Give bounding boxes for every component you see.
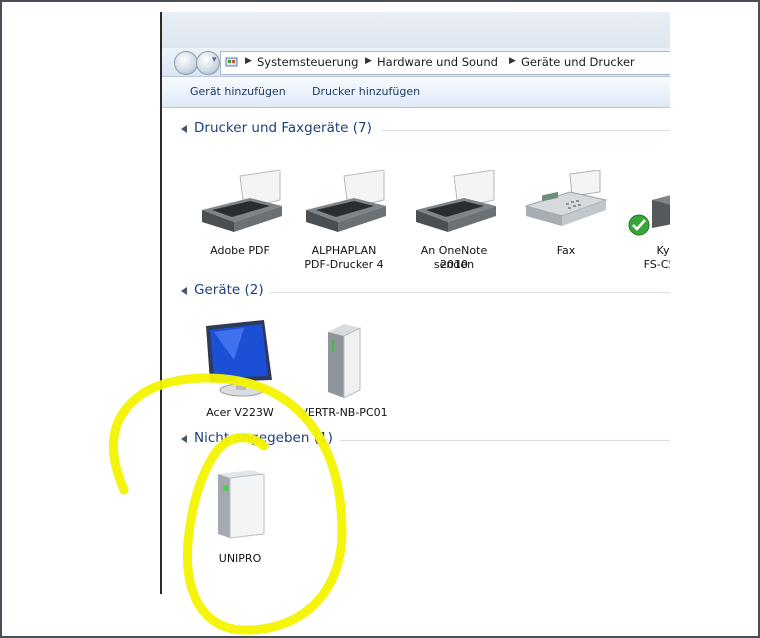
monitor-icon [206,320,272,397]
device-label-line2: FS-C53 [643,258,670,271]
device-label: VERTR-NB-PC01 [300,406,388,419]
device-kyocera[interactable]: Ky FS-C53 [622,170,670,271]
group-printers[interactable]: Drucker und Faxgeräte (7) [162,120,670,140]
address-bar: ▾ ▶ Systemsteuerung ▶ Hardware und Sound… [162,48,670,77]
device-onenote[interactable]: An OneNote 2010 senden [408,169,500,271]
window-top [162,12,670,50]
breadcrumb-item-hardware[interactable]: Hardware und Sound [377,55,498,69]
tower-pc-icon [218,470,265,539]
printer-icon [416,169,496,232]
device-label-line1: Ky [656,244,670,257]
group-divider [340,440,670,441]
device-label: UNIPRO [218,552,262,565]
device-label: Acer V223W [206,406,274,419]
device-alphaplan[interactable]: ALPHAPLAN PDF-Drucker 4 [298,169,390,271]
breadcrumb-item-devices[interactable]: Geräte und Drucker [521,55,635,69]
collapse-icon[interactable] [181,435,187,443]
add-printer-button[interactable]: Drucker hinzufügen [312,85,420,98]
add-device-button[interactable]: Gerät hinzufügen [190,85,286,98]
device-vertr-pc[interactable]: VERTR-NB-PC01 [298,320,390,419]
device-label-line1: ALPHAPLAN [311,244,377,257]
group-divider [270,292,670,293]
group-title: Nicht angegeben (1) [194,430,333,446]
device-label-line2: PDF-Drucker 4 [304,258,384,271]
group-title: Geräte (2) [194,282,264,298]
printer-icon [202,169,282,232]
device-label: Adobe PDF [210,244,270,257]
breadcrumb-separator-icon: ▶ [245,56,252,66]
device-unipro[interactable]: UNIPRO [194,466,286,565]
group-divider [382,130,670,131]
outer-frame: ▾ ▶ Systemsteuerung ▶ Hardware und Sound… [0,0,760,638]
breadcrumb[interactable]: ▶ Systemsteuerung ▶ Hardware und Sound ▶… [220,51,670,75]
printer-icon [306,169,386,232]
device-label-line2: senden [433,258,475,271]
breadcrumb-separator-icon: ▶ [365,56,372,66]
explorer-window: ▾ ▶ Systemsteuerung ▶ Hardware und Sound… [160,12,670,594]
device-acer-monitor[interactable]: Acer V223W [194,320,286,419]
history-dropdown-icon[interactable]: ▾ [212,55,220,69]
control-panel-icon [225,57,238,67]
tower-pc-icon [328,324,361,399]
group-devices[interactable]: Geräte (2) [162,282,670,302]
breadcrumb-item-systemsteuerung[interactable]: Systemsteuerung [257,55,358,69]
device-fax[interactable]: Fax [520,169,612,257]
back-icon[interactable] [174,51,198,75]
breadcrumb-separator-icon: ▶ [509,56,516,66]
group-title: Drucker und Faxgeräte (7) [194,120,372,136]
device-label: Fax [556,244,576,257]
fax-icon [524,169,608,226]
command-bar: Gerät hinzufügen Drucker hinzufügen [162,77,670,108]
device-adobe-pdf[interactable]: Adobe PDF [194,169,286,257]
default-check-icon [628,214,650,236]
collapse-icon[interactable] [181,287,187,295]
group-unspecified[interactable]: Nicht angegeben (1) [162,430,670,450]
collapse-icon[interactable] [181,125,187,133]
